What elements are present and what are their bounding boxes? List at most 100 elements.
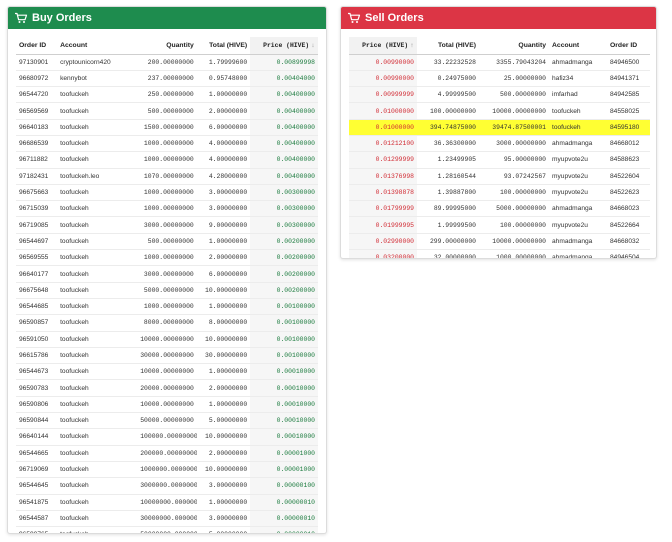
order-id-cell: 96719069 [16,461,58,479]
total-cell: 1.00000000 [196,233,251,251]
quantity-cell: 3000.00000000 [137,265,197,283]
quantity-cell: 95.00000000 [479,151,549,169]
order-id-cell: 96590857 [16,314,58,332]
order-id-cell: 96544645 [16,477,58,495]
buy-col-order-id[interactable]: Order ID [16,37,58,55]
quantity-cell: 3000.00000000 [479,135,549,153]
buy-order-row: 96544685 toofuckeh 1000.00000000 1.00000000… [16,298,318,316]
quantity-cell: 25.00000000 [479,70,549,88]
price-cell: 0.00404000 [250,70,318,88]
order-id-cell: 96544665 [16,445,58,462]
price-cell: 0.00010000 [250,396,318,414]
account-cell: ahmadmanga [549,135,607,153]
total-cell: 4.00000000 [196,135,251,153]
sell-order-row: 0.03200000 32.00000000 1000.00000000 ahmadm… [349,249,650,258]
buy-order-row: 96544697 toofuckeh 500.00000000 1.00000000 0… [16,233,318,251]
price-cell: 0.00300000 [250,184,318,202]
buy-col-account[interactable]: Account [57,37,138,55]
buy-orders-body: 97130901 cryptounicorn420 200.00000000 1.79… [16,54,318,533]
order-id-cell: 96640144 [16,428,58,446]
order-id-cell: 96680972 [16,70,58,88]
quantity-cell: 3000.00000000 [137,216,197,234]
price-cell: 0.00990000 [349,70,417,88]
order-id-cell: 84946500 [607,54,650,71]
account-cell: ahmadmanga [549,54,607,71]
buy-col-price[interactable]: Price (HIVE) ↓ [250,37,318,55]
total-cell: 1.00000000 [196,363,251,381]
quantity-cell: 250.00000000 [137,86,197,104]
sell-order-row: 0.00999999 4.99999500 500.00000000 imfarhad… [349,86,650,104]
buy-order-row: 96680972 kennybot 237.00000000 0.95748000 0.… [16,70,318,88]
total-cell: 5.00000000 [196,526,251,533]
quantity-cell: 50000.00000000 [137,412,197,430]
buy-order-row: 96675663 toofuckeh 1000.00000000 3.00000000… [16,184,318,202]
buy-col-total[interactable]: Total (HIVE) [196,37,251,55]
sell-order-row: 0.01212100 36.36300000 3000.00000000 ahmadm… [349,135,650,153]
price-cell: 0.01000000 [349,119,417,136]
buy-order-row: 96544720 toofuckeh 250.00000000 1.00000000 0… [16,86,318,104]
account-cell: toofuckeh [57,135,138,153]
account-cell: toofuckeh [57,526,138,533]
quantity-cell: 1500.00000000 [137,119,197,136]
buy-order-row: 96719085 toofuckeh 3000.00000000 9.00000000… [16,216,318,234]
order-id-cell: 96675648 [16,282,58,299]
sort-up-icon: ↑ [410,41,414,49]
order-id-cell: 96719085 [16,216,58,234]
account-cell: toofuckeh [57,363,138,381]
price-cell: 0.00010000 [250,428,318,446]
price-cell: 0.00200000 [250,249,318,267]
buy-order-row: 96541875toofuckeh10000000.000000001.0000… [16,494,318,511]
total-cell: 299.00000000 [417,233,479,251]
account-cell: toofuckeh [57,428,138,446]
account-cell: toofuckeh [57,265,138,283]
buy-table-header-row: Order ID Account Quantity Total (HIVE) P… [16,37,318,55]
total-cell: 3.00000000 [196,510,251,528]
price-cell: 0.00200000 [250,265,318,283]
order-id-cell: 96569569 [16,102,58,120]
price-cell: 0.03200000 [349,249,417,258]
buy-order-row: 97130901 cryptounicorn420 200.00000000 1.79… [16,54,318,71]
total-cell: 3.00000000 [196,200,251,218]
quantity-cell: 30000000.00000000 [137,510,197,528]
account-cell: toofuckeh [57,216,138,234]
order-id-cell: 96544587 [16,510,58,528]
quantity-cell: 200000.00000000 [137,445,197,462]
quantity-cell: 100.00000000 [479,184,549,202]
account-cell: toofuckeh [549,102,607,120]
order-id-cell: 96590806 [16,396,58,414]
order-id-cell: 97182431 [16,168,58,185]
order-id-cell: 96544697 [16,233,58,251]
price-cell: 0.00010000 [250,363,318,381]
sell-col-account[interactable]: Account [549,37,607,55]
order-id-cell: 84522604 [607,168,650,185]
sell-order-row: 0.01000000 394.74875000 39474.87500001 toof… [349,119,650,136]
quantity-cell: 100000.00000000 [137,428,197,446]
sell-col-price[interactable]: Price (HIVE) ↑ [349,37,417,55]
price-cell: 0.00001000 [250,445,318,462]
total-cell: 10.00000000 [196,428,251,446]
buy-order-row: 97182431 toofuckeh.leo 1070.00000000 4.2800… [16,168,318,185]
price-cell: 0.01999995 [349,216,417,234]
order-id-cell: 96640177 [16,265,58,283]
quantity-cell: 10000.00000000 [479,102,549,120]
total-cell: 1.00000000 [196,86,251,104]
total-cell: 1.28160544 [417,168,479,185]
sell-col-total[interactable]: Total (HIVE) [417,37,479,55]
sell-orders-header: Sell Orders [341,7,656,29]
price-cell: 0.00400000 [250,102,318,120]
quantity-cell: 39474.87500001 [479,119,549,136]
order-id-cell: 84946504 [607,249,650,258]
quantity-cell: 200.00000000 [137,54,197,71]
account-cell: myupvote2u [549,184,607,202]
buy-col-quantity[interactable]: Quantity [137,37,197,55]
account-cell: cryptounicorn420 [57,54,138,71]
sell-orders-table: Price (HIVE) ↑ Total (HIVE) Quantity Acco… [349,37,650,258]
price-cell: 0.01799999 [349,200,417,218]
sell-col-order-id[interactable]: Order ID [607,37,650,55]
price-cell: 0.00400000 [250,135,318,153]
order-id-cell: 84668023 [607,200,650,218]
sell-col-quantity[interactable]: Quantity [479,37,549,55]
total-cell: 3.00000000 [196,477,251,495]
buy-order-row: 96569569 toofuckeh 500.00000000 2.00000000 0… [16,102,318,120]
total-cell: 0.95748000 [196,70,251,88]
